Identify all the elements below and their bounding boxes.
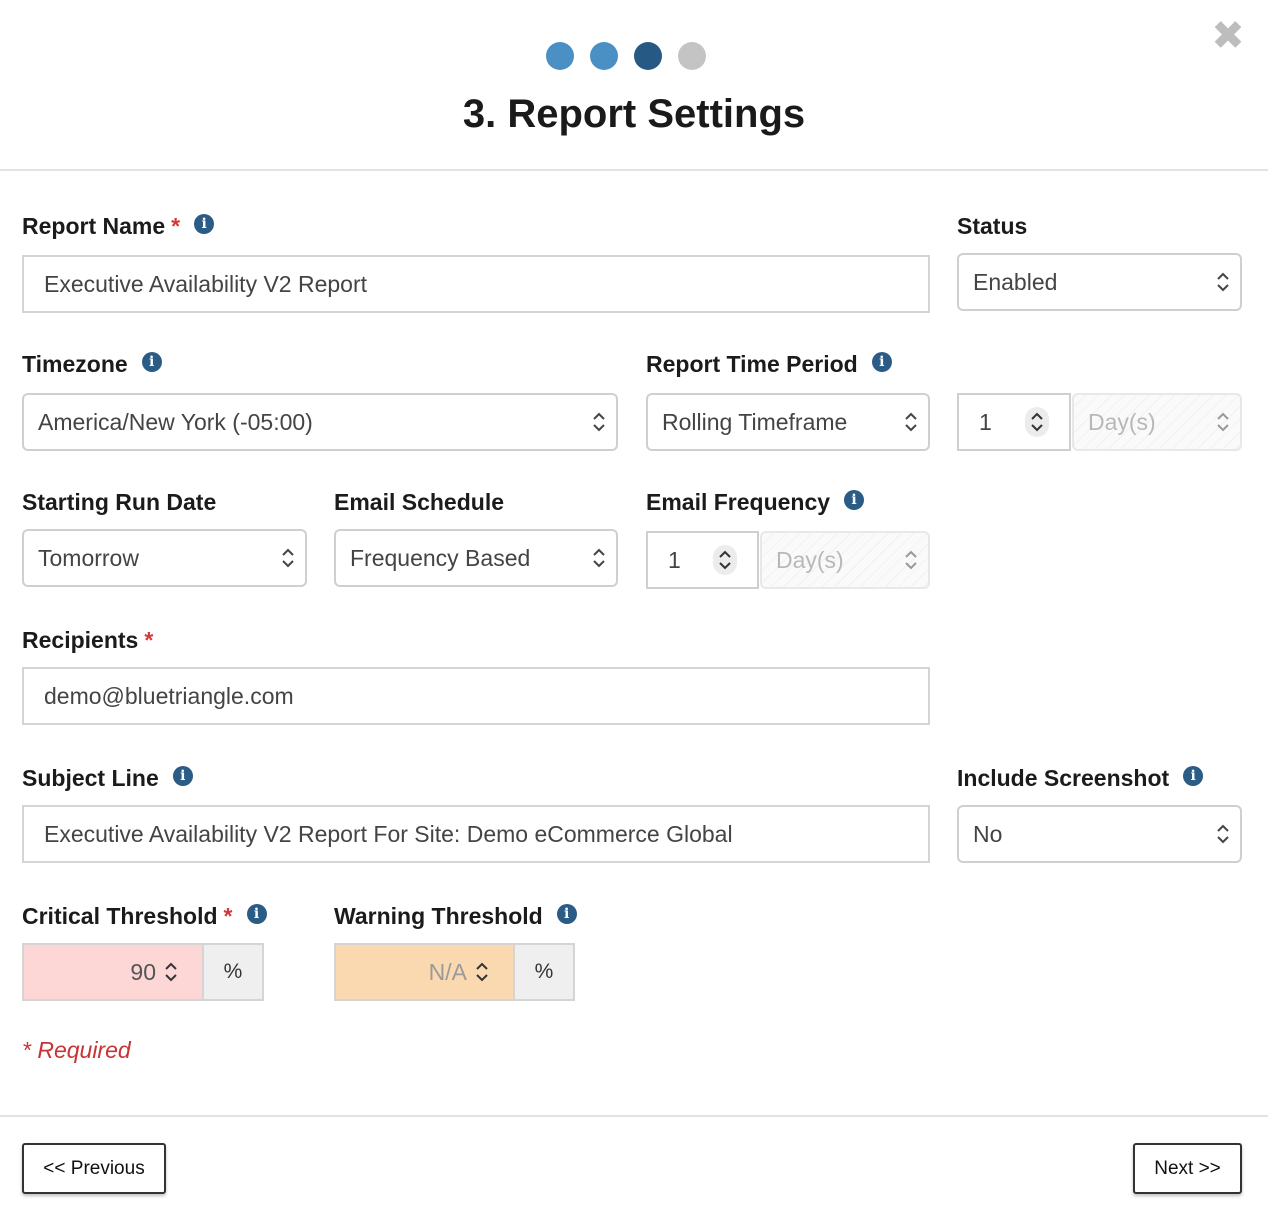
chevron-updown-icon bbox=[1217, 412, 1229, 432]
email-schedule-value: Frequency Based bbox=[350, 544, 531, 571]
required-mark: * bbox=[144, 627, 154, 653]
stepper-icon[interactable] bbox=[713, 545, 737, 575]
chevron-updown-icon bbox=[905, 412, 917, 432]
info-icon[interactable]: i bbox=[871, 351, 892, 372]
subject-line-label-text: Subject Line bbox=[22, 765, 159, 791]
report-period-unit-value: Day(s) bbox=[1088, 408, 1156, 435]
stepper-icon[interactable] bbox=[1025, 407, 1049, 437]
wizard-footer-divider bbox=[0, 1115, 1268, 1117]
email-frequency-label: Email Frequency i bbox=[646, 489, 865, 516]
step-dot-3 bbox=[634, 42, 662, 70]
timezone-select[interactable]: America/New York (-05:00) bbox=[22, 393, 618, 451]
critical-threshold-label-text: Critical Threshold bbox=[22, 903, 218, 929]
warning-threshold-input[interactable]: N/A bbox=[334, 943, 515, 1001]
critical-threshold-value: 90 bbox=[130, 958, 156, 985]
step-dot-4 bbox=[678, 42, 706, 70]
report-period-unit-select: Day(s) bbox=[1072, 393, 1242, 451]
info-icon[interactable]: i bbox=[556, 903, 577, 924]
critical-threshold-input[interactable]: 90 bbox=[22, 943, 204, 1001]
email-frequency-unit-value: Day(s) bbox=[776, 546, 844, 573]
step-indicator bbox=[546, 42, 706, 70]
report-time-period-label-text: Report Time Period bbox=[646, 351, 858, 377]
page-title: 3. Report Settings bbox=[462, 92, 806, 136]
email-schedule-label-text: Email Schedule bbox=[334, 489, 505, 515]
critical-threshold-group: 90 % bbox=[22, 943, 264, 1001]
percent-addon: % bbox=[515, 943, 575, 1001]
report-period-amount-value: 1 bbox=[979, 408, 992, 435]
email-schedule-select[interactable]: Frequency Based bbox=[334, 529, 618, 587]
next-button[interactable]: Next >> bbox=[1133, 1143, 1242, 1194]
report-period-amount-input[interactable]: 1 bbox=[957, 393, 1071, 451]
chevron-updown-icon bbox=[905, 550, 917, 570]
timezone-label: Timezone i bbox=[22, 351, 162, 378]
report-time-period-label: Report Time Period i bbox=[646, 351, 892, 378]
info-icon[interactable]: i bbox=[172, 765, 193, 786]
stepper-icon[interactable] bbox=[471, 957, 493, 987]
subject-line-label: Subject Line i bbox=[22, 765, 193, 792]
percent-addon: % bbox=[204, 943, 264, 1001]
previous-button[interactable]: << Previous bbox=[22, 1143, 166, 1194]
info-icon[interactable]: i bbox=[141, 351, 162, 372]
status-label-text: Status bbox=[957, 213, 1028, 239]
report-name-input[interactable]: Executive Availability V2 Report bbox=[22, 255, 930, 313]
report-time-period-select[interactable]: Rolling Timeframe bbox=[646, 393, 930, 451]
recipients-label: Recipients * bbox=[22, 627, 153, 654]
required-mark: * bbox=[223, 903, 233, 929]
status-value: Enabled bbox=[973, 268, 1058, 295]
warning-threshold-label-text: Warning Threshold bbox=[334, 903, 543, 929]
info-icon[interactable]: i bbox=[844, 489, 865, 510]
email-frequency-amount-input[interactable]: 1 bbox=[646, 531, 759, 589]
starting-run-date-label: Starting Run Date bbox=[22, 489, 216, 516]
wizard-header: 3. Report Settings ✖ bbox=[0, 0, 1268, 171]
starting-run-date-label-text: Starting Run Date bbox=[22, 489, 217, 515]
step-dot-1 bbox=[546, 42, 574, 70]
report-time-period-value: Rolling Timeframe bbox=[662, 408, 848, 435]
timezone-label-text: Timezone bbox=[22, 351, 128, 377]
recipients-label-text: Recipients bbox=[22, 627, 139, 653]
recipients-input[interactable]: demo@bluetriangle.com bbox=[22, 667, 930, 725]
critical-threshold-label: Critical Threshold * i bbox=[22, 903, 267, 930]
required-note: * Required bbox=[22, 1037, 131, 1063]
status-label: Status bbox=[957, 213, 1027, 240]
step-dot-2 bbox=[590, 42, 618, 70]
warning-threshold-value: N/A bbox=[428, 958, 467, 985]
chevron-updown-icon bbox=[593, 548, 605, 568]
email-frequency-amount-value: 1 bbox=[668, 546, 681, 573]
starting-run-date-select[interactable]: Tomorrow bbox=[22, 529, 307, 587]
subject-line-input[interactable]: Executive Availability V2 Report For Sit… bbox=[22, 805, 930, 863]
report-name-label: Report Name * i bbox=[22, 213, 215, 240]
info-icon[interactable]: i bbox=[194, 213, 215, 234]
chevron-updown-icon bbox=[282, 548, 294, 568]
email-frequency-unit-select: Day(s) bbox=[760, 531, 930, 589]
timezone-value: America/New York (-05:00) bbox=[38, 408, 313, 435]
warning-threshold-group: N/A % bbox=[334, 943, 575, 1001]
report-name-label-text: Report Name bbox=[22, 213, 166, 239]
chevron-updown-icon bbox=[593, 412, 605, 432]
required-mark: * bbox=[171, 213, 181, 239]
email-frequency-label-text: Email Frequency bbox=[646, 489, 831, 515]
status-select[interactable]: Enabled bbox=[957, 253, 1242, 311]
include-screenshot-select[interactable]: No bbox=[957, 805, 1242, 863]
email-schedule-label: Email Schedule bbox=[334, 489, 504, 516]
include-screenshot-value: No bbox=[973, 820, 1003, 847]
stepper-icon[interactable] bbox=[160, 957, 182, 987]
chevron-updown-icon bbox=[1217, 824, 1229, 844]
starting-run-date-value: Tomorrow bbox=[38, 544, 139, 571]
chevron-updown-icon bbox=[1217, 272, 1229, 292]
close-icon[interactable]: ✖ bbox=[1210, 16, 1246, 56]
include-screenshot-label: Include Screenshot i bbox=[957, 765, 1204, 792]
include-screenshot-label-text: Include Screenshot bbox=[957, 765, 1170, 791]
warning-threshold-label: Warning Threshold i bbox=[334, 903, 577, 930]
info-icon[interactable]: i bbox=[246, 903, 267, 924]
info-icon[interactable]: i bbox=[1183, 765, 1204, 786]
